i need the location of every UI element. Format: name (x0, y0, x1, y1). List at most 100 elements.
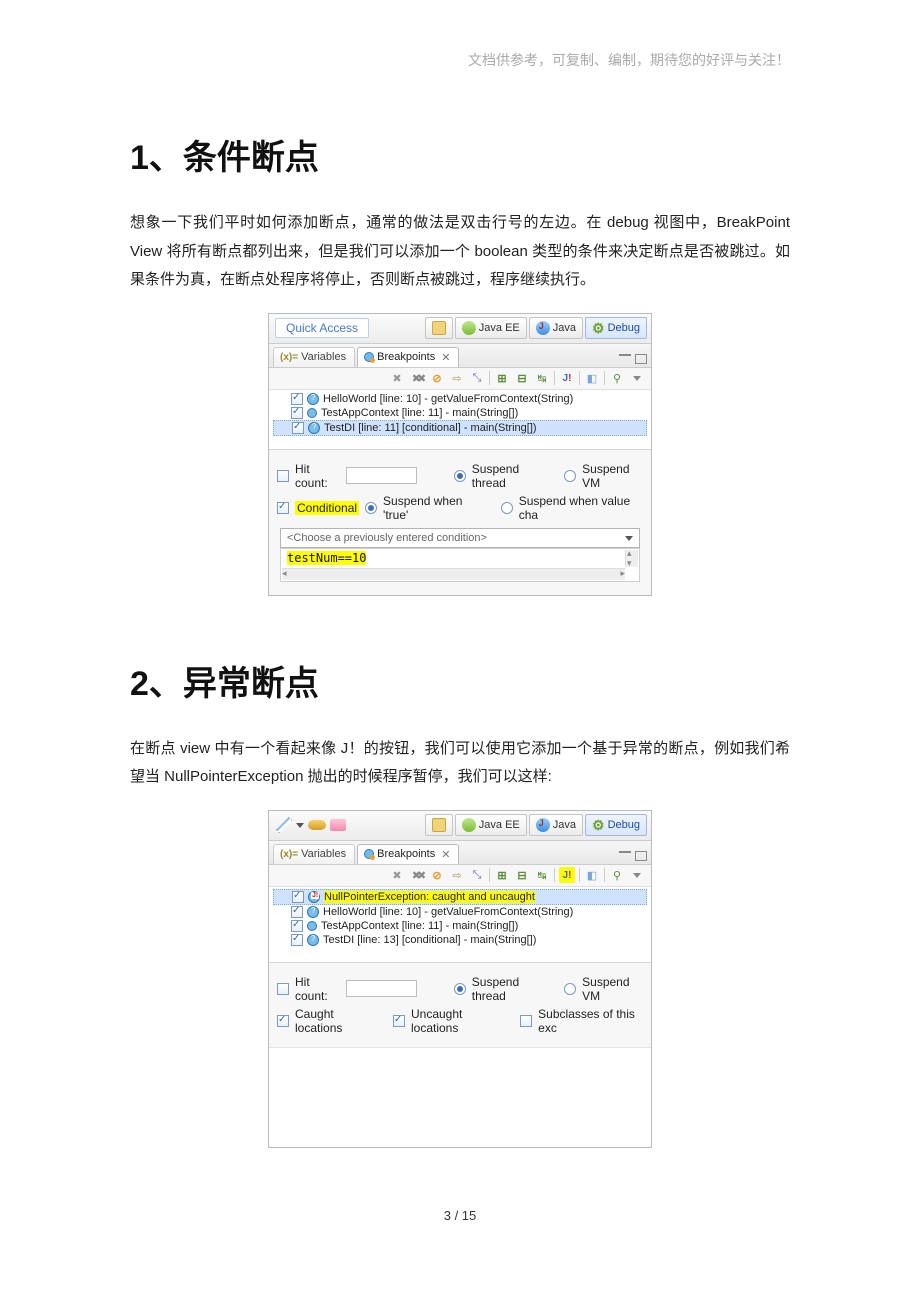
suspend-vm-radio[interactable] (564, 470, 576, 482)
horizontal-scrollbar-icon[interactable] (282, 568, 625, 580)
perspective-java-ee[interactable]: Java EE (455, 317, 527, 339)
open-perspective-button[interactable] (425, 814, 453, 836)
skip-all-icon[interactable]: ⊘ (429, 370, 445, 386)
exception-breakpoint-icon (308, 891, 320, 903)
link-with-debug-icon[interactable]: ↹ (534, 370, 550, 386)
group-by-icon[interactable]: ◧ (584, 867, 600, 883)
breakpoint-row[interactable]: HelloWorld [line: 10] - getValueFromCont… (273, 905, 647, 919)
checkbox-icon[interactable] (291, 407, 303, 419)
tab-breakpoints[interactable]: Breakpoints✕ (357, 844, 459, 864)
goto-file-icon[interactable]: ⇨ (449, 370, 465, 386)
breakpoint-row[interactable]: TestAppContext [line: 11] - main(String[… (273, 406, 647, 420)
suspend-when-change-radio[interactable] (501, 502, 513, 514)
add-java-exception-icon[interactable]: J! (559, 867, 575, 883)
checkbox-icon[interactable] (292, 891, 304, 903)
variables-icon: (x)= (280, 849, 298, 860)
open-perspective-button[interactable] (425, 317, 453, 339)
skip-all-icon[interactable]: ⊘ (429, 867, 445, 883)
hit-count-input[interactable] (346, 467, 417, 484)
hit-count-checkbox[interactable] (277, 983, 289, 995)
vertical-scrollbar-icon[interactable] (625, 550, 638, 567)
expand-all-icon[interactable]: ⊞ (494, 867, 510, 883)
java-icon (536, 321, 550, 335)
add-java-exception-icon[interactable]: J! (559, 370, 575, 386)
perspective-debug[interactable]: ⚙Debug (585, 814, 647, 836)
expand-all-icon[interactable]: ⊞ (494, 370, 510, 386)
remove-all-breakpoints-icon[interactable]: ✖✖ (409, 867, 425, 883)
perspective-debug[interactable]: ⚙Debug (585, 317, 647, 339)
condition-text-area[interactable]: testNum==10 (280, 548, 640, 582)
hit-count-checkbox[interactable] (277, 470, 289, 482)
minimize-icon[interactable] (619, 851, 631, 861)
conditional-checkbox[interactable] (277, 502, 289, 514)
checkbox-icon[interactable] (291, 906, 303, 918)
caught-label: Caught locations (295, 1007, 374, 1035)
collapse-all-icon[interactable]: ⊟ (514, 370, 530, 386)
minimize-icon[interactable] (619, 354, 631, 364)
uncaught-checkbox[interactable] (393, 1015, 405, 1027)
remove-breakpoint-icon[interactable]: ✖ (389, 370, 405, 386)
collapse-all-icon[interactable]: ⊟ (514, 867, 530, 883)
section1-title: 1、条件断点 (130, 130, 790, 179)
perspective-java[interactable]: Java (529, 814, 583, 836)
condition-history-combo[interactable]: <Choose a previously entered condition> (280, 528, 640, 548)
goto-file-icon[interactable]: ⇨ (449, 867, 465, 883)
breakpoint-row[interactable]: TestAppContext [line: 11] - main(String[… (273, 919, 647, 933)
suspend-thread-radio[interactable] (454, 983, 466, 995)
tab-variables[interactable]: (x)=Variables (273, 844, 355, 864)
suspend-when-true-radio[interactable] (365, 502, 377, 514)
tab-breakpoints[interactable]: Breakpoints✕ (357, 347, 459, 367)
close-icon[interactable]: ✕ (441, 351, 450, 364)
breakpoint-label: TestDI [line: 11] [conditional] - main(S… (324, 422, 537, 434)
view-menu-icon[interactable] (629, 370, 645, 386)
suspend-thread-label: Suspend thread (472, 462, 547, 490)
open-perspective-icon (432, 321, 446, 335)
empty-area (269, 1047, 651, 1147)
breakpoint-label: HelloWorld [line: 10] - getValueFromCont… (323, 906, 573, 918)
checkbox-icon[interactable] (291, 920, 303, 932)
breakpoint-detail-pane: Hit count: Suspend thread Suspend VM Cau… (269, 963, 651, 1047)
suspend-vm-radio[interactable] (564, 983, 576, 995)
maximize-icon[interactable] (635, 851, 647, 861)
breakpoint-row[interactable]: NullPointerException: caught and uncaugh… (273, 889, 647, 905)
section2-body: 在断点 view 中有一个看起来像 J！的按钮，我们可以使用它添加一个基于异常的… (130, 735, 790, 792)
remove-all-breakpoints-icon[interactable]: ✖✖ (409, 370, 425, 386)
suspend-thread-label: Suspend thread (472, 975, 547, 1003)
caught-checkbox[interactable] (277, 1015, 289, 1027)
maximize-icon[interactable] (635, 354, 647, 364)
dropdown-icon[interactable] (296, 823, 304, 828)
tab-variables[interactable]: (x)=Variables (273, 347, 355, 367)
remove-breakpoint-icon[interactable]: ✖ (389, 867, 405, 883)
breakpoint-row[interactable]: TestDI [line: 13] [conditional] - main(S… (273, 933, 647, 947)
hit-count-input[interactable] (346, 980, 417, 997)
breakpoint-row[interactable]: TestDI [line: 11] [conditional] - main(S… (273, 420, 647, 436)
section1-body: 想象一下我们平时如何添加断点，通常的做法是双击行号的左边。在 debug 视图中… (130, 209, 790, 295)
hit-count-label: Hit count: (295, 462, 340, 490)
close-icon[interactable]: ✕ (441, 848, 450, 861)
subclasses-label: Subclasses of this exc (538, 1007, 643, 1035)
perspective-java-ee[interactable]: Java EE (455, 814, 527, 836)
subclasses-checkbox[interactable] (520, 1015, 532, 1027)
quick-access-field[interactable]: Quick Access (275, 318, 369, 338)
breakpoint-list: HelloWorld [line: 10] - getValueFromCont… (269, 390, 651, 450)
breakpoint-label: TestAppContext [line: 11] - main(String[… (321, 407, 518, 419)
perspective-bar: Java EE Java ⚙Debug (269, 811, 651, 841)
checkbox-icon[interactable] (291, 393, 303, 405)
checkbox-icon[interactable] (292, 422, 304, 434)
suspend-thread-radio[interactable] (454, 470, 466, 482)
conditional-breakpoint-icon (308, 422, 320, 434)
checkbox-icon[interactable] (291, 934, 303, 946)
breakpoint-list: NullPointerException: caught and uncaugh… (269, 887, 651, 963)
show-breakpoints-icon[interactable]: ⤡ (469, 867, 485, 883)
link-with-debug-icon[interactable]: ↹ (534, 867, 550, 883)
default-working-set-icon[interactable]: ⚲ (609, 370, 625, 386)
java-ee-icon (462, 321, 476, 335)
default-working-set-icon[interactable]: ⚲ (609, 867, 625, 883)
perspective-java[interactable]: Java (529, 317, 583, 339)
conditional-breakpoint-icon (307, 906, 319, 918)
view-menu-icon[interactable] (629, 867, 645, 883)
group-by-icon[interactable]: ◧ (584, 370, 600, 386)
breakpoints-toolbar: ✖ ✖✖ ⊘ ⇨ ⤡ ⊞ ⊟ ↹ J! ◧ ⚲ (269, 368, 651, 390)
breakpoint-row[interactable]: HelloWorld [line: 10] - getValueFromCont… (273, 392, 647, 406)
show-breakpoints-icon[interactable]: ⤡ (469, 370, 485, 386)
